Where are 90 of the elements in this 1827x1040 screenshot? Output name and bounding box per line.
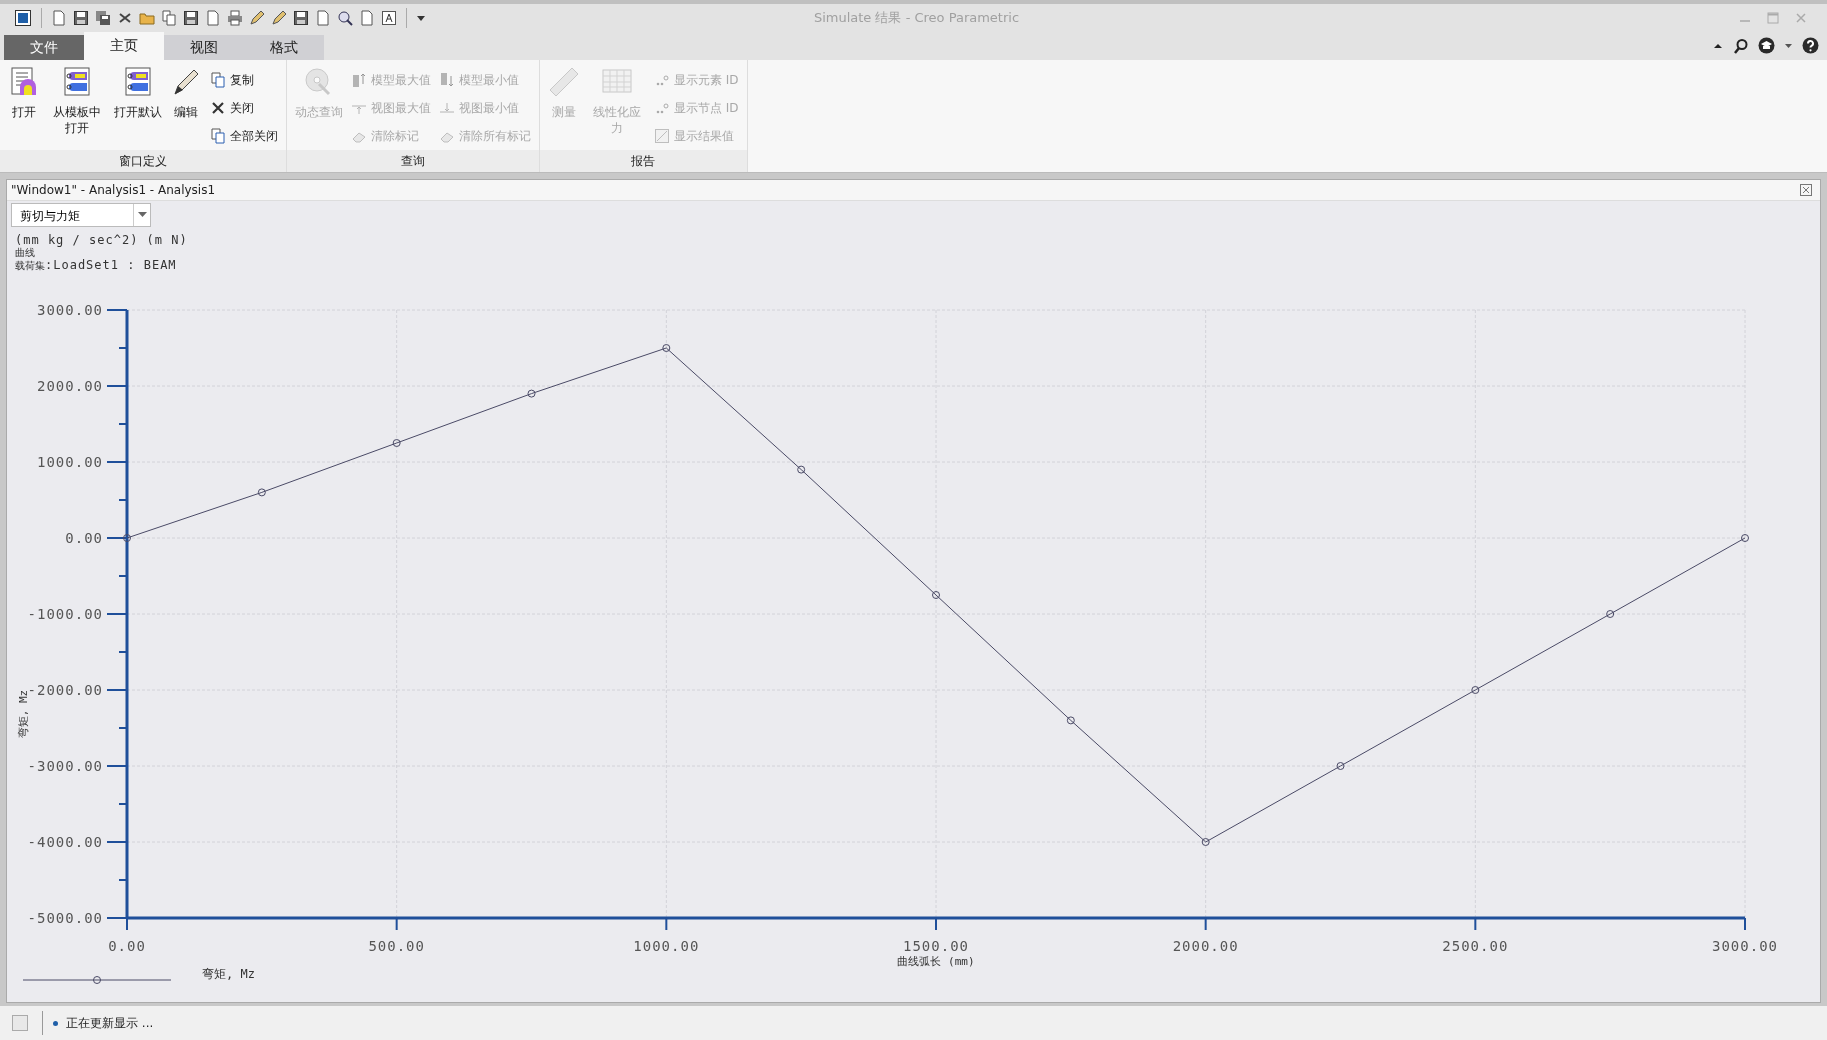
y-tick-label: 1000.00 xyxy=(37,454,103,470)
data-point xyxy=(1336,762,1345,770)
dots-icon xyxy=(654,100,670,116)
pages-icon xyxy=(210,72,226,88)
y-tick-label: -5000.00 xyxy=(27,910,103,926)
pencil-icon[interactable] xyxy=(249,10,265,26)
x-axis-title: 曲线弧长 (mm) xyxy=(897,955,975,968)
app-icon[interactable] xyxy=(14,9,32,27)
data-point xyxy=(1201,838,1210,846)
ribbon-button[interactable]: 打开默认 xyxy=(112,66,164,150)
graph-window-title: "Window1" - Analysis1 - Analysis1 xyxy=(11,183,216,197)
x-tick-label: 0.00 xyxy=(108,938,146,954)
ribbon-button[interactable]: 关闭 xyxy=(208,94,280,122)
page-icon[interactable] xyxy=(315,10,331,26)
group-label: 报告 xyxy=(540,150,747,172)
dots-icon xyxy=(654,72,670,88)
group-label: 窗口定义 xyxy=(0,150,286,172)
x-tick-label: 3000.00 xyxy=(1712,938,1778,954)
save-icon[interactable] xyxy=(183,10,199,26)
data-point xyxy=(932,591,940,599)
y-tick-label: -2000.00 xyxy=(27,682,103,698)
curve-label: 曲线 xyxy=(15,247,36,258)
data-point xyxy=(1606,610,1615,618)
data-point xyxy=(123,534,131,542)
folder-icon[interactable] xyxy=(139,10,155,26)
data-point xyxy=(392,439,401,447)
pencil-icon[interactable] xyxy=(271,10,287,26)
status-dot-icon xyxy=(53,1020,58,1026)
y-tick-label: -1000.00 xyxy=(27,606,103,622)
legend-label: 弯矩, Mz xyxy=(202,967,255,981)
min-marker-icon xyxy=(439,100,455,116)
y-tick-label: -4000.00 xyxy=(27,834,103,850)
x-tick-label: 1000.00 xyxy=(633,938,700,954)
grid-icon xyxy=(654,128,670,144)
data-point xyxy=(1471,686,1480,694)
chart-document-icon xyxy=(122,66,154,98)
group-label: 查询 xyxy=(287,150,539,172)
page-icon[interactable] xyxy=(51,10,67,26)
x-tick-label: 1500.00 xyxy=(903,938,969,954)
ribbon-button[interactable]: 打开 xyxy=(6,66,42,150)
window-title: Simulate 结果 - Creo Parametric xyxy=(813,9,1020,27)
min-marker-icon xyxy=(439,72,455,88)
x-tick-label: 500.00 xyxy=(368,938,425,954)
pages-icon xyxy=(210,128,226,144)
save-icon[interactable] xyxy=(293,10,309,26)
data-point xyxy=(1741,534,1749,542)
y-tick-label: 3000.00 xyxy=(37,302,103,318)
help-icon[interactable] xyxy=(1802,37,1819,54)
save-icon[interactable] xyxy=(73,10,89,26)
save-all-icon[interactable] xyxy=(95,10,111,26)
ribbon-button[interactable]: 全部关闭 xyxy=(208,122,280,150)
ribbon-tab[interactable]: 主页 xyxy=(84,32,164,60)
dropdown-caret-icon xyxy=(137,212,147,218)
max-marker-icon xyxy=(351,72,367,88)
ruler-icon xyxy=(548,66,580,98)
y-tick-label: 0.00 xyxy=(65,530,103,546)
pages-icon[interactable] xyxy=(161,10,177,26)
status-message: 正在更新显示 ... xyxy=(66,1014,154,1032)
ribbon-tab[interactable]: 格式 xyxy=(244,35,324,60)
data-point xyxy=(527,389,536,398)
ribbon-button[interactable]: 编辑 xyxy=(168,66,204,150)
printer-icon[interactable] xyxy=(227,10,243,26)
close-icon[interactable] xyxy=(1800,184,1812,196)
search-icon[interactable] xyxy=(1733,37,1749,54)
text-box-icon[interactable] xyxy=(381,10,397,26)
data-point xyxy=(1066,716,1075,725)
y-axis-title: 弯矩, Mz xyxy=(17,689,30,739)
ribbon-button[interactable]: 从模板中打开 xyxy=(46,66,108,150)
ribbon-button[interactable]: 复制 xyxy=(208,66,280,94)
x-tick-label: 2000.00 xyxy=(1172,938,1239,954)
y-tick-label: 2000.00 xyxy=(37,378,103,394)
x-tick-label: 2500.00 xyxy=(1442,938,1509,954)
data-point xyxy=(257,488,266,497)
page-icon[interactable] xyxy=(205,10,221,26)
ribbon-tab[interactable]: 视图 xyxy=(164,35,244,60)
data-point xyxy=(797,465,806,474)
close-icon[interactable] xyxy=(117,10,133,26)
loadset-label: 载荷集 xyxy=(15,260,45,271)
units-label: (mm kg / sec^2) (m N) xyxy=(15,233,189,247)
close-icon xyxy=(210,100,226,116)
y-tick-label: -3000.00 xyxy=(27,758,103,774)
quantity-dropdown[interactable]: 剪切与力矩 xyxy=(11,203,151,227)
magnifier-icon[interactable] xyxy=(337,10,353,26)
ribbon-tab[interactable]: 文件 xyxy=(4,35,84,60)
chart-document-icon xyxy=(61,66,93,98)
page-icon[interactable] xyxy=(359,10,375,26)
data-point xyxy=(662,344,671,352)
dropdown-caret-icon[interactable] xyxy=(416,13,426,23)
dropdown-caret-icon[interactable] xyxy=(1784,41,1793,50)
loadset-value: :LoadSet1 : BEAM xyxy=(45,258,177,272)
